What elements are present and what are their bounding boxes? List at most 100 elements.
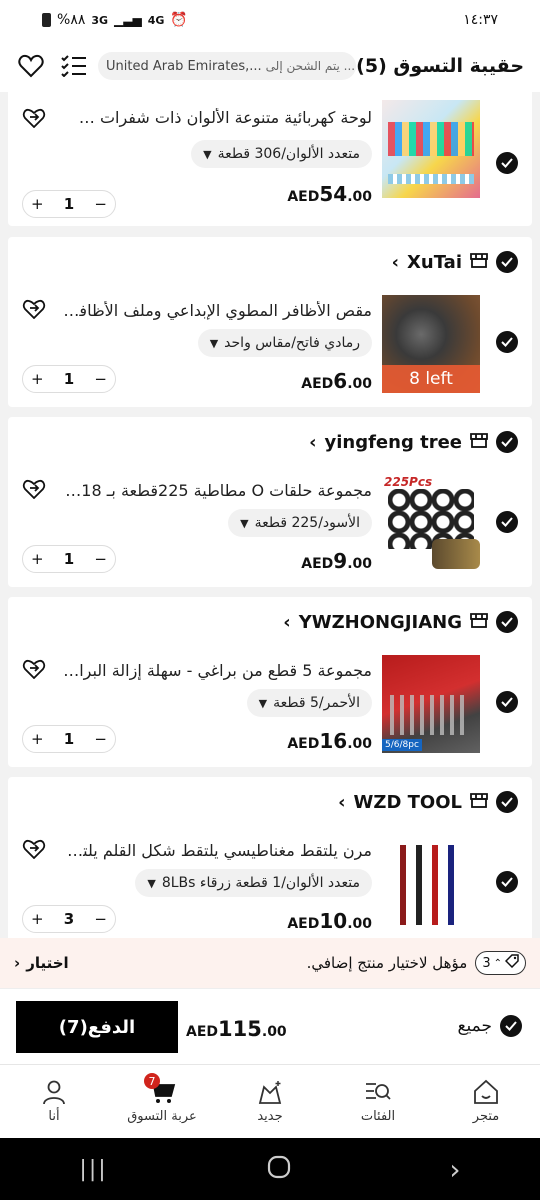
variant-selector[interactable]: متعدد الألوان/306 قطعة ▼	[191, 140, 372, 168]
decrease-button[interactable]: −	[94, 730, 107, 748]
store-header[interactable]: ‹ WZD TOOL	[338, 791, 518, 813]
wishlist-move-icon[interactable]	[22, 299, 48, 321]
tab-profile[interactable]: أنا	[0, 1065, 108, 1138]
item-select-checkbox[interactable]	[496, 871, 518, 893]
wishlist-move-icon[interactable]	[22, 839, 48, 861]
total-integer: 115	[218, 1017, 262, 1041]
quantity-stepper: + 1 −	[22, 545, 116, 573]
product-title[interactable]: مجموعة حلقات O مطاطية 225قطعة بـ 18 ...	[62, 481, 372, 500]
tab-cart[interactable]: 7 عربة التسوق	[108, 1065, 216, 1138]
battery-level: %٨٨	[57, 12, 86, 28]
product-image[interactable]	[382, 835, 480, 933]
chevron-left-icon: ‹	[309, 431, 317, 453]
store-header[interactable]: ‹ YWZHONGJIANG	[283, 611, 518, 633]
store-header[interactable]: ‹ XuTai	[392, 251, 518, 273]
quantity-stepper: + 3 −	[22, 905, 116, 933]
chevron-down-icon: ▼	[258, 696, 268, 710]
increase-button[interactable]: +	[31, 550, 44, 568]
checkout-button[interactable]: الدفع(7)	[16, 1001, 178, 1053]
store-name[interactable]: YWZHONGJIANG	[299, 612, 462, 633]
product-image-label: 5/6/8pc	[382, 739, 422, 751]
total-currency: AED	[186, 1024, 219, 1040]
user-icon	[43, 1080, 65, 1105]
shop-icon	[470, 252, 488, 272]
increase-button[interactable]: +	[31, 195, 44, 213]
ship-country: United Arab Emirates,...	[106, 58, 262, 74]
product-image[interactable]: 8 left	[382, 295, 480, 393]
total-decimal: .00	[261, 1024, 287, 1040]
decrease-button[interactable]: −	[94, 370, 107, 388]
variant-selector[interactable]: رمادي فاتح/مقاس واحد ▼	[197, 329, 372, 357]
product-image[interactable]: 225Pcs	[382, 475, 480, 573]
store-name[interactable]: WZD TOOL	[354, 792, 462, 813]
store-header[interactable]: ‹ yingfeng tree	[309, 431, 518, 453]
tab-home[interactable]: متجر	[432, 1065, 540, 1138]
ship-label: يتم الشحن إلى ...	[265, 59, 356, 73]
wishlist-move-icon[interactable]	[22, 479, 48, 501]
item-select-checkbox[interactable]	[496, 152, 518, 174]
tab-categories[interactable]: الفئات	[324, 1065, 432, 1138]
cart-item-card: لوحة كهربائية متنوعة الألوان ذات شفرات ص…	[8, 92, 532, 226]
back-button[interactable]: ›	[449, 1153, 460, 1186]
quantity-stepper: + 1 −	[22, 190, 116, 218]
home-icon	[474, 1079, 498, 1104]
tag-icon	[504, 954, 519, 972]
ship-to-selector[interactable]: United Arab Emirates,... يتم الشحن إلى .…	[98, 52, 357, 80]
decrease-button[interactable]: −	[94, 910, 107, 928]
alarm-icon: ⏰	[170, 12, 188, 28]
store-name[interactable]: XuTai	[407, 252, 462, 273]
total-price: AED115.00	[186, 1017, 287, 1041]
variant-label: رمادي فاتح/مقاس واحد	[224, 335, 360, 351]
decrease-button[interactable]: −	[94, 550, 107, 568]
home-button[interactable]	[267, 1155, 291, 1183]
price-decimal: .00	[347, 736, 372, 752]
item-select-checkbox[interactable]	[496, 511, 518, 533]
checklist-icon[interactable]	[59, 50, 88, 82]
tab-label: الفئات	[360, 1109, 396, 1124]
item-select-checkbox[interactable]	[496, 331, 518, 353]
product-price: AED6.00	[301, 369, 372, 393]
store-select-checkbox[interactable]	[496, 251, 518, 273]
increase-button[interactable]: +	[31, 730, 44, 748]
tab-new[interactable]: جديد	[216, 1065, 324, 1138]
product-image[interactable]	[382, 100, 480, 198]
recent-apps-button[interactable]: |||	[79, 1157, 107, 1182]
price-integer: 9	[333, 549, 348, 573]
variant-selector[interactable]: متعدد الألوان/1 قطعة زرقاء 8LBs ▼	[135, 869, 372, 897]
variant-selector[interactable]: الأسود/225 قطعة ▼	[228, 509, 372, 537]
variant-selector[interactable]: الأحمر/5 قطعة ▼	[246, 689, 372, 717]
product-price: AED10.00	[287, 909, 372, 933]
product-image-pattern	[432, 539, 480, 569]
promo-count-pill: 3 ⌃	[475, 951, 526, 975]
product-title[interactable]: مقص الأظافر المطوي الإبداعي وملف الأظافر…	[62, 301, 372, 320]
variant-label: الأسود/225 قطعة	[254, 515, 360, 531]
product-image[interactable]: 5/6/8pc	[382, 655, 480, 753]
product-title[interactable]: مجموعة 5 قطع من براغي - سهلة إزالة البرا…	[62, 661, 372, 680]
product-title[interactable]: مرن يلتقط مغناطيسي يلتقط شكل القلم يلتق.…	[62, 841, 372, 860]
chevron-left-icon: ‹	[14, 954, 21, 972]
store-select-checkbox[interactable]	[496, 791, 518, 813]
increase-button[interactable]: +	[31, 370, 44, 388]
product-title[interactable]: لوحة كهربائية متنوعة الألوان ذات شفرات ص…	[62, 108, 372, 127]
quantity-value: 1	[63, 195, 75, 213]
wishlist-move-icon[interactable]	[22, 659, 48, 681]
promo-choose-button[interactable]: اختيار ‹	[14, 954, 69, 972]
price-decimal: .00	[347, 376, 372, 392]
store-name[interactable]: yingfeng tree	[324, 432, 462, 453]
store-select-checkbox[interactable]	[496, 611, 518, 633]
product-image-pattern	[388, 174, 474, 184]
select-all[interactable]: جميع	[457, 1015, 522, 1037]
cart-list[interactable]: لوحة كهربائية متنوعة الألوان ذات شفرات ص…	[0, 92, 540, 938]
shop-icon	[470, 432, 488, 452]
wishlist-move-icon[interactable]	[22, 108, 48, 130]
price-integer: 6	[333, 369, 348, 393]
select-all-checkbox[interactable]	[500, 1015, 522, 1037]
wishlist-heart-icon[interactable]	[16, 50, 45, 82]
decrease-button[interactable]: −	[94, 195, 107, 213]
select-all-label: جميع	[457, 1016, 492, 1036]
increase-button[interactable]: +	[31, 910, 44, 928]
network-label: 3G	[91, 13, 109, 27]
chevron-left-icon: ‹	[391, 251, 400, 273]
item-select-checkbox[interactable]	[496, 691, 518, 713]
store-select-checkbox[interactable]	[496, 431, 518, 453]
